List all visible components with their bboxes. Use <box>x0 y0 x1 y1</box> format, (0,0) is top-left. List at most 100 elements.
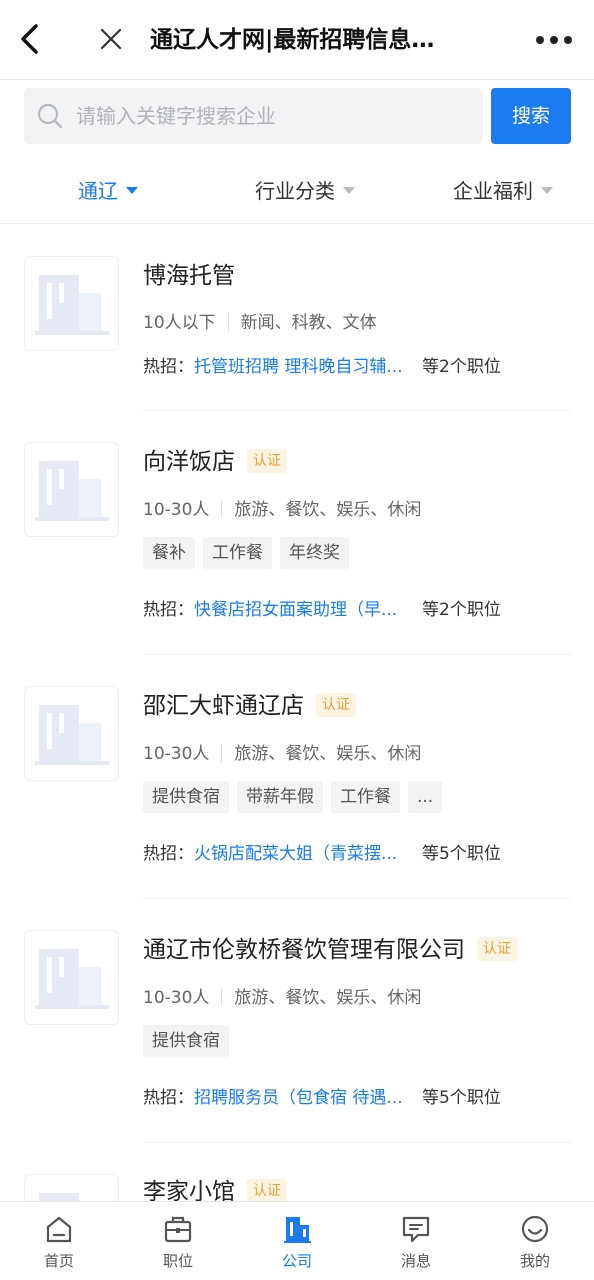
caret-down-icon <box>343 187 355 194</box>
filter-industry-label: 行业分类 <box>255 179 335 203</box>
page-title: 通辽人才网|最新招聘信息… <box>150 27 435 53</box>
filter-benefits-label: 企业福利 <box>453 179 533 203</box>
meta-divider <box>221 988 223 1006</box>
verified-badge: 认证 <box>477 937 517 961</box>
company-name: 通辽市伦敦桥餐饮管理有限公司 认证 <box>143 933 517 967</box>
verified-badge: 认证 <box>247 449 287 473</box>
filter-bar: 通辽 行业分类 企业福利 <box>0 160 594 224</box>
search-box <box>24 88 483 144</box>
company-size: 10-30人 <box>143 744 210 764</box>
company-logo <box>24 1174 119 1201</box>
hot-jobs-line[interactable]: 热招：火锅店配菜大姐（青菜摆... 等5个职位 <box>143 841 501 867</box>
company-industry: 旅游、餐饮、娱乐、休闲 <box>234 500 422 520</box>
card-divider <box>143 654 571 655</box>
company-name: 博海托管 <box>143 259 235 293</box>
company-meta: 10-30人 旅游、餐饮、娱乐、休闲 <box>143 985 421 1011</box>
card-divider <box>143 1142 571 1143</box>
company-list: 博海托管 10人以下 新闻、科教、文体 热招：托管班招聘 理科晚自习辅... 等2个… <box>0 225 594 1201</box>
building-placeholder-icon <box>35 461 109 521</box>
job-count: 等2个职位 <box>422 357 501 377</box>
hot-jobs-prefix: 热招： <box>143 600 194 620</box>
company-size: 10人以下 <box>143 313 216 333</box>
hot-jobs-link[interactable]: 托管班招聘 理科晚自习辅... <box>194 354 412 380</box>
company-name-text: 向洋饭店 <box>143 449 235 475</box>
company-name-text: 博海托管 <box>143 263 235 289</box>
benefit-tag: 提供食宿 <box>143 1025 229 1057</box>
verified-badge: 认证 <box>316 693 356 717</box>
briefcase-icon <box>164 1216 192 1243</box>
benefit-tag: 带薪年假 <box>237 781 323 813</box>
close-icon[interactable] <box>96 24 126 54</box>
nav-company-label: 公司 <box>281 1252 312 1270</box>
meta-divider <box>221 744 223 762</box>
building-placeholder-icon <box>35 705 109 765</box>
back-arrow-icon[interactable] <box>14 22 48 56</box>
company-logo <box>24 686 119 781</box>
top-bar: 通辽人才网|最新招聘信息… <box>0 0 594 80</box>
company-name-text: 通辽市伦敦桥餐饮管理有限公司 <box>143 937 465 963</box>
building-placeholder-icon <box>39 1193 79 1201</box>
job-count: 等5个职位 <box>422 844 501 864</box>
search-button[interactable]: 搜索 <box>491 88 571 144</box>
benefit-tag: 工作餐 <box>331 781 400 813</box>
caret-down-icon <box>541 187 553 194</box>
meta-divider <box>227 313 229 331</box>
company-size: 10-30人 <box>143 988 210 1008</box>
nav-messages[interactable]: 消息 <box>357 1202 475 1280</box>
hot-jobs-line[interactable]: 热招：快餐店招女面案助理（早... 等2个职位 <box>143 597 501 623</box>
company-size: 10-30人 <box>143 500 210 520</box>
job-count: 等5个职位 <box>422 1088 501 1108</box>
hot-jobs-prefix: 热招： <box>143 844 194 864</box>
nav-home[interactable]: 首页 <box>0 1202 118 1280</box>
company-name-text: 邵汇大虾通辽店 <box>143 693 304 719</box>
nav-company[interactable]: 公司 <box>238 1202 356 1280</box>
nav-profile[interactable]: 我的 <box>476 1202 594 1280</box>
hot-jobs-line[interactable]: 热招：招聘服务员（包食宿 待遇... 等5个职位 <box>143 1085 501 1111</box>
company-industry: 旅游、餐饮、娱乐、休闲 <box>234 988 422 1008</box>
company-logo <box>24 930 119 1025</box>
company-name: 向洋饭店 认证 <box>143 445 287 479</box>
company-meta: 10-30人 旅游、餐饮、娱乐、休闲 <box>143 497 421 523</box>
message-icon <box>402 1216 430 1243</box>
filter-benefits[interactable]: 企业福利 <box>453 174 553 208</box>
filter-industry[interactable]: 行业分类 <box>255 174 355 208</box>
benefit-tag: 年终奖 <box>280 537 349 569</box>
more-options-icon[interactable] <box>534 28 574 52</box>
company-logo <box>24 256 119 351</box>
verified-badge: 认证 <box>247 1179 287 1201</box>
nav-home-label: 首页 <box>43 1252 74 1270</box>
home-icon <box>46 1216 72 1243</box>
filter-region[interactable]: 通辽 <box>78 174 138 208</box>
company-name: 邵汇大虾通辽店 认证 <box>143 689 356 723</box>
search-input[interactable] <box>76 88 476 144</box>
benefit-tags: 提供食宿 <box>143 1025 237 1057</box>
caret-down-icon <box>126 187 138 194</box>
company-name-text: 李家小馆 <box>143 1179 235 1201</box>
hot-jobs-link[interactable]: 招聘服务员（包食宿 待遇... <box>194 1085 412 1111</box>
search-icon <box>37 103 63 129</box>
company-meta: 10-30人 旅游、餐饮、娱乐、休闲 <box>143 741 421 767</box>
hot-jobs-line[interactable]: 热招：托管班招聘 理科晚自习辅... 等2个职位 <box>143 354 501 380</box>
hot-jobs-link[interactable]: 火锅店配菜大姐（青菜摆... <box>194 841 412 867</box>
benefit-tags: 提供食宿 带薪年假 工作餐... <box>143 781 450 813</box>
smiley-icon <box>521 1215 549 1243</box>
benefit-tag: 餐补 <box>143 537 195 569</box>
filter-region-label: 通辽 <box>78 179 118 203</box>
building-placeholder-icon <box>35 949 109 1009</box>
company-logo <box>24 442 119 537</box>
bottom-nav: 首页 职位 公司 消息 我的 <box>0 1201 594 1280</box>
nav-jobs[interactable]: 职位 <box>119 1202 237 1280</box>
card-divider <box>143 898 571 899</box>
company-name: 李家小馆 认证 <box>143 1175 287 1201</box>
nav-jobs-label: 职位 <box>162 1252 193 1270</box>
building-icon <box>284 1217 311 1243</box>
nav-messages-label: 消息 <box>400 1252 431 1270</box>
company-industry: 新闻、科教、文体 <box>240 313 377 333</box>
building-placeholder-icon <box>35 275 109 335</box>
more-tags[interactable]: ... <box>408 781 443 813</box>
meta-divider <box>221 500 223 518</box>
hot-jobs-link[interactable]: 快餐店招女面案助理（早... <box>194 597 412 623</box>
hot-jobs-prefix: 热招： <box>143 1088 194 1108</box>
card-divider <box>143 410 571 411</box>
hot-jobs-prefix: 热招： <box>143 357 194 377</box>
